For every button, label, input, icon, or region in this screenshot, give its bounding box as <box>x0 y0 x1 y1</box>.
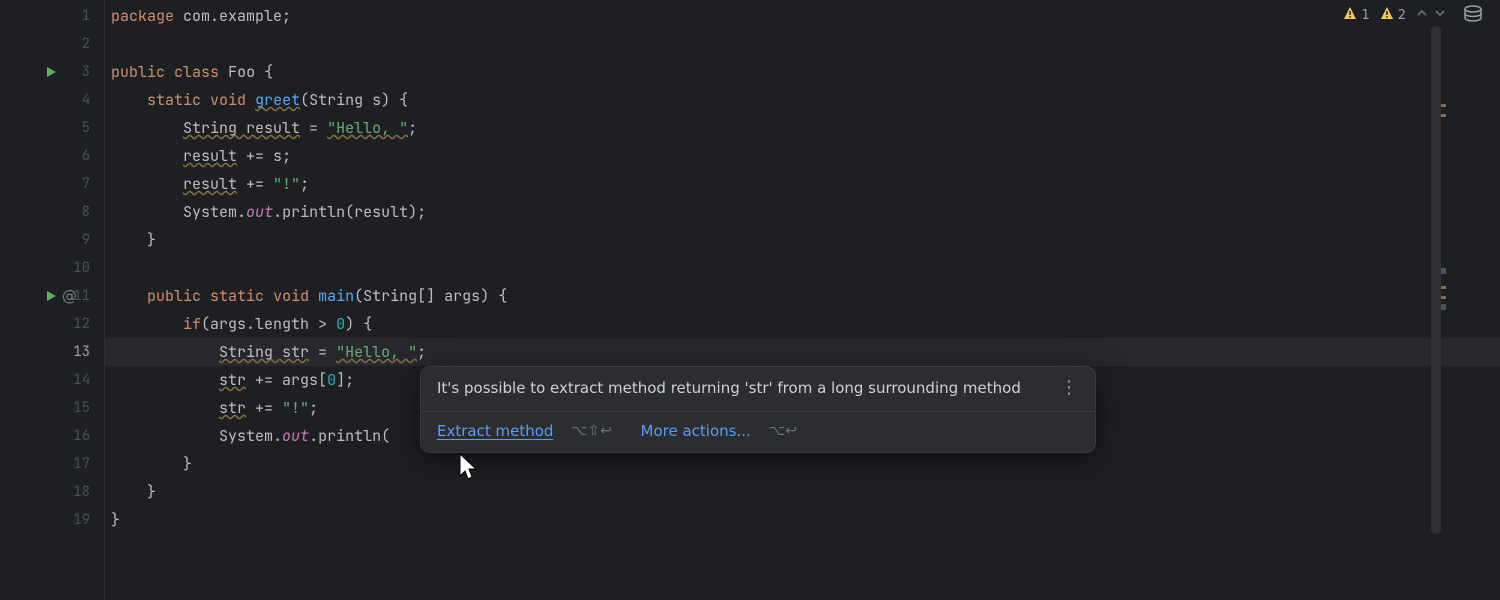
code-line[interactable] <box>105 30 1500 58</box>
line-number[interactable]: 1 <box>0 2 104 30</box>
intention-message: It's possible to extract method returnin… <box>437 379 1021 397</box>
code-line[interactable]: result += "!"; <box>105 170 1500 198</box>
warning-count-label: 1 <box>1361 8 1369 23</box>
line-number[interactable]: 4 <box>0 86 104 114</box>
more-actions-link[interactable]: More actions... <box>641 422 751 440</box>
line-number[interactable]: 10 <box>0 254 104 282</box>
line-number[interactable]: 19 <box>0 506 104 534</box>
code-line[interactable]: String str = "Hello, "; <box>105 338 1500 366</box>
run-icon[interactable] <box>44 65 58 79</box>
line-number[interactable]: 11 @ <box>0 282 104 310</box>
line-number[interactable]: 14 <box>0 366 104 394</box>
code-line[interactable]: } <box>105 478 1500 506</box>
warning-icon <box>1343 6 1357 24</box>
code-line[interactable]: String result = "Hello, "; <box>105 114 1500 142</box>
line-number[interactable]: 15 <box>0 394 104 422</box>
code-line[interactable]: package com.example; <box>105 2 1500 30</box>
line-number[interactable]: 2 <box>0 30 104 58</box>
line-number[interactable]: 16 <box>0 422 104 450</box>
line-number[interactable]: 13 <box>0 338 104 366</box>
line-number[interactable]: 18 <box>0 478 104 506</box>
code-line[interactable]: public static void main(String[] args) { <box>105 282 1500 310</box>
database-icon[interactable] <box>1462 4 1484 26</box>
warning-count-2[interactable]: 2 <box>1380 6 1406 24</box>
intention-actions-row: Extract method ⌥⇧↩ More actions... ⌥↩ <box>421 411 1095 452</box>
line-number[interactable]: 3 <box>0 58 104 86</box>
code-line[interactable]: result += s; <box>105 142 1500 170</box>
intention-popup: It's possible to extract method returnin… <box>420 366 1096 453</box>
line-number[interactable]: 7 <box>0 170 104 198</box>
line-number[interactable]: 5 <box>0 114 104 142</box>
code-line[interactable]: } <box>105 450 1500 478</box>
line-number[interactable]: 17 <box>0 450 104 478</box>
entry-point-icon[interactable]: @ <box>62 287 77 305</box>
inspection-widget[interactable]: 1 2 <box>1343 6 1446 24</box>
line-number[interactable]: 12 <box>0 310 104 338</box>
more-options-icon[interactable]: ⋮ <box>1060 379 1079 397</box>
shortcut-label: ⌥↩ <box>769 423 798 439</box>
code-line[interactable]: System.out.println(result); <box>105 198 1500 226</box>
scrollbar-thumb[interactable] <box>1431 26 1441 534</box>
warning-count-label: 2 <box>1398 8 1406 23</box>
extract-method-link[interactable]: Extract method <box>437 422 553 440</box>
code-line[interactable] <box>105 254 1500 282</box>
code-line[interactable]: } <box>105 506 1500 534</box>
warning-icon <box>1380 6 1394 24</box>
editor-gutter: 1 2 3 4 5 6 7 8 9 10 11 @ 12 13 14 15 16 <box>0 0 104 600</box>
vertical-scrollbar[interactable] <box>1430 26 1442 570</box>
code-editor: 1 2 3 4 5 6 7 8 9 10 11 @ 12 13 14 15 16 <box>0 0 1500 600</box>
shortcut-label: ⌥⇧↩ <box>571 423 612 439</box>
code-line[interactable]: } <box>105 226 1500 254</box>
line-number[interactable]: 8 <box>0 198 104 226</box>
warning-count-1[interactable]: 1 <box>1343 6 1369 24</box>
code-line[interactable]: if(args.length > 0) { <box>105 310 1500 338</box>
run-icon[interactable] <box>44 289 58 303</box>
line-number[interactable]: 9 <box>0 226 104 254</box>
line-number[interactable]: 6 <box>0 142 104 170</box>
code-line[interactable]: static void greet(String s) { <box>105 86 1500 114</box>
prev-highlight-icon[interactable] <box>1416 7 1428 23</box>
code-line[interactable]: public class Foo { <box>105 58 1500 86</box>
code-surface[interactable]: package com.example; public class Foo { … <box>104 0 1500 600</box>
next-highlight-icon[interactable] <box>1434 7 1446 23</box>
